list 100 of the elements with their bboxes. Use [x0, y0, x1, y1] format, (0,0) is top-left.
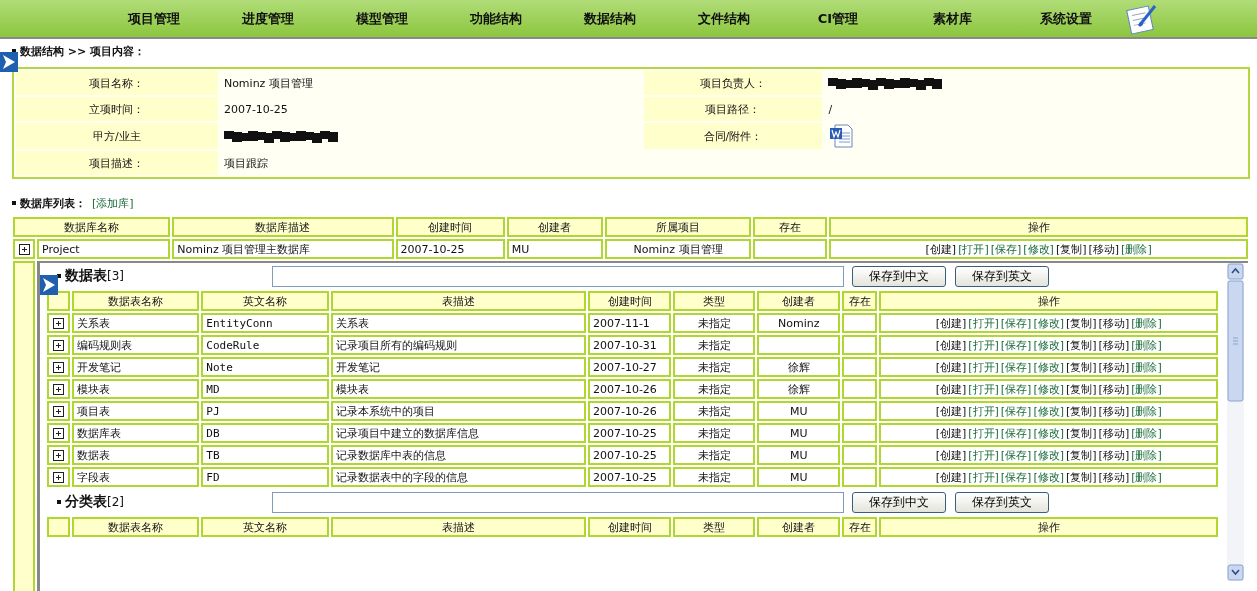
action-link[interactable]: [复制] — [1066, 338, 1097, 352]
column-header: 类型 — [673, 291, 756, 311]
action-link[interactable]: [创建] — [935, 470, 967, 484]
action-link[interactable]: [保存] — [1000, 448, 1032, 462]
action-link[interactable]: [复制] — [1066, 316, 1097, 330]
column-header: 创建者 — [506, 217, 603, 237]
nav-item[interactable]: 项目管理 — [97, 9, 211, 28]
action-link[interactable]: [复制] — [1055, 242, 1087, 256]
action-link[interactable]: [修改] — [1033, 382, 1064, 396]
action-link[interactable]: [复制] — [1066, 448, 1097, 462]
action-link[interactable]: [删除] — [1131, 426, 1162, 440]
action-link[interactable]: [移动] — [1098, 338, 1130, 352]
action-link[interactable]: [打开] — [968, 360, 999, 374]
nav-item[interactable]: CI管理 — [781, 9, 895, 28]
action-link[interactable]: [创建] — [935, 448, 967, 462]
action-link[interactable]: [复制] — [1066, 404, 1097, 418]
nav-item[interactable]: 素材库 — [895, 9, 1009, 28]
table-cell: CodeRule — [201, 335, 329, 355]
action-link[interactable]: [打开] — [968, 404, 999, 418]
save-button[interactable]: 保存到英文 — [955, 491, 1050, 513]
action-link[interactable]: [创建] — [935, 426, 967, 440]
table-cell: 关系表 — [72, 313, 200, 333]
action-link[interactable]: [创建] — [935, 338, 967, 352]
action-link[interactable]: [打开] — [968, 382, 999, 396]
nav-item[interactable]: 模型管理 — [325, 9, 439, 28]
action-link[interactable]: [移动] — [1098, 426, 1130, 440]
action-link[interactable]: [移动] — [1098, 470, 1130, 484]
action-link[interactable]: [移动] — [1088, 242, 1120, 256]
action-link[interactable]: [删除] — [1121, 242, 1152, 256]
action-link[interactable]: [保存] — [1000, 338, 1032, 352]
action-link[interactable]: [修改] — [1033, 316, 1064, 330]
action-link[interactable]: [创建] — [935, 404, 967, 418]
nav-item[interactable]: 进度管理 — [211, 9, 325, 28]
action-link[interactable]: [打开] — [958, 242, 989, 256]
table-cell: 记录项目所有的编码规则 — [330, 335, 586, 355]
action-link[interactable]: [创建] — [935, 382, 967, 396]
column-header: 表描述 — [330, 517, 586, 537]
action-link[interactable]: [打开] — [968, 448, 999, 462]
action-link[interactable]: [修改] — [1033, 360, 1064, 374]
save-button[interactable]: 保存到中文 — [852, 265, 947, 287]
action-link[interactable]: [保存] — [1000, 360, 1032, 374]
column-header: 英文名称 — [201, 517, 329, 537]
action-link[interactable]: [修改] — [1033, 448, 1064, 462]
nav-item[interactable]: 文件结构 — [667, 9, 781, 28]
action-link[interactable]: [复制] — [1066, 426, 1097, 440]
action-link[interactable]: [删除] — [1131, 470, 1162, 484]
table-cell: 开发笔记 — [330, 357, 586, 377]
action-link[interactable]: [复制] — [1066, 470, 1097, 484]
field-value: 2007-10-25 — [223, 102, 288, 116]
action-link[interactable]: [删除] — [1131, 338, 1162, 352]
action-link[interactable]: [打开] — [968, 426, 999, 440]
save-button[interactable]: 保存到中文 — [852, 491, 947, 513]
table-cell: 模块表 — [330, 379, 586, 399]
table-count: [2] — [107, 495, 125, 509]
action-link[interactable]: [移动] — [1098, 382, 1130, 396]
action-link[interactable]: [保存] — [990, 242, 1022, 256]
column-header: 操作 — [829, 217, 1248, 237]
action-link[interactable]: [修改] — [1033, 470, 1064, 484]
nav-item[interactable]: 数据结构 — [553, 9, 667, 28]
action-link[interactable]: [修改] — [1023, 242, 1054, 256]
table-cell: 未指定 — [673, 379, 756, 399]
action-link[interactable]: [保存] — [1000, 404, 1032, 418]
add-link[interactable]: [添加库] — [92, 195, 134, 211]
action-link[interactable]: [保存] — [1000, 382, 1032, 396]
action-link[interactable]: [打开] — [968, 470, 999, 484]
action-link[interactable]: [创建] — [935, 316, 967, 330]
action-link[interactable]: [复制] — [1066, 360, 1097, 374]
column-header: 创建时间 — [587, 517, 672, 537]
action-link[interactable]: [修改] — [1033, 426, 1064, 440]
action-link[interactable]: [复制] — [1066, 382, 1097, 396]
field-value: Nominz 项目管理 — [223, 76, 313, 90]
action-link[interactable]: [移动] — [1098, 360, 1130, 374]
action-link[interactable]: [删除] — [1131, 448, 1162, 462]
nav-item[interactable]: 系统设置 — [1009, 9, 1123, 28]
action-link[interactable]: [删除] — [1131, 404, 1162, 418]
column-header: 存在 — [842, 291, 878, 311]
action-link[interactable]: [移动] — [1098, 404, 1130, 418]
action-link[interactable]: [删除] — [1131, 316, 1162, 330]
save-button[interactable]: 保存到英文 — [955, 265, 1050, 287]
table-cell: MU — [757, 445, 841, 465]
column-header: 创建者 — [757, 517, 841, 537]
column-header: 数据库名称 — [13, 217, 171, 237]
action-link[interactable]: [打开] — [968, 338, 999, 352]
nav-item[interactable]: 功能结构 — [439, 9, 553, 28]
action-link[interactable]: [保存] — [1000, 470, 1032, 484]
action-link[interactable]: [删除] — [1131, 360, 1162, 374]
action-link[interactable]: [创建] — [935, 360, 967, 374]
action-link[interactable]: [移动] — [1098, 448, 1130, 462]
table-cell: Nominz 项目管理主数据库 — [172, 239, 394, 259]
action-link[interactable]: [删除] — [1131, 382, 1162, 396]
action-link[interactable]: [保存] — [1000, 316, 1032, 330]
action-link[interactable]: [移动] — [1098, 316, 1130, 330]
action-link[interactable]: [修改] — [1033, 338, 1064, 352]
field-label: 项目负责人： — [699, 76, 766, 90]
action-link[interactable]: [创建] — [925, 242, 957, 256]
action-link[interactable]: [修改] — [1033, 404, 1064, 418]
field-label: 项目描述： — [89, 156, 145, 170]
action-link[interactable]: [保存] — [1000, 426, 1032, 440]
table-cell: DB — [201, 423, 329, 443]
action-link[interactable]: [打开] — [968, 316, 999, 330]
